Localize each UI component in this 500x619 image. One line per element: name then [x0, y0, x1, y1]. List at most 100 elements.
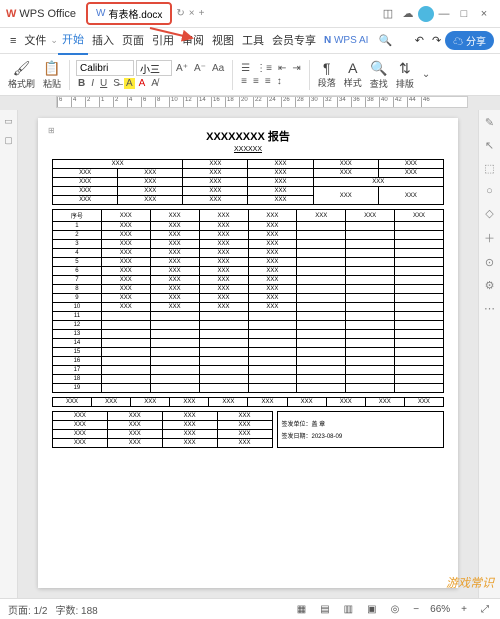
view-print-icon[interactable]: ▦ — [294, 604, 309, 615]
clipboard-icon: 📋 — [43, 60, 60, 77]
word-doc-icon: W — [96, 8, 105, 19]
find-button[interactable]: 🔍 查找 — [368, 60, 390, 90]
tab-close-icon[interactable]: × — [189, 8, 195, 19]
styles-button[interactable]: A 样式 — [342, 60, 364, 89]
cursor-icon[interactable]: ↖ — [485, 139, 494, 152]
layout-icon: ⇅ — [399, 60, 411, 77]
sign-date: 签发日期：2023-08-09 — [282, 431, 440, 440]
main-table[interactable]: 序号XXXXXXXXXXXXXXXXXXXXX1XXXXXXXXXXXX2XXX… — [52, 209, 444, 393]
maximize-icon[interactable]: □ — [454, 8, 474, 20]
document-tab[interactable]: W 有表格.docx — [86, 2, 172, 25]
right-sidebar: ✎ ↖ ⬚ ○ ◇ ＋ ⊙ ⚙ ⋯ — [478, 110, 500, 598]
word-count[interactable]: 字数: 188 — [55, 602, 97, 617]
line-spacing-icon[interactable]: ↕ — [275, 76, 284, 87]
nav-icon[interactable]: ▢ — [4, 135, 13, 146]
view-outline-icon[interactable]: ▥ — [341, 604, 356, 615]
format-painter-button[interactable]: 🖌 格式刷 — [6, 60, 37, 90]
decrease-font-icon[interactable]: A⁻ — [192, 63, 208, 74]
statusbar: 页面: 1/2 字数: 188 ▦ ▤ ▥ ▣ ◎ − 66% + ⤢ — [0, 598, 500, 619]
clear-format-icon[interactable]: A̸ — [149, 78, 160, 89]
hamburger-icon[interactable]: ≡ — [6, 28, 20, 54]
horizontal-ruler[interactable]: 6421246810121416182022242628303234363840… — [56, 96, 468, 108]
menu-page[interactable]: 页面 — [118, 28, 148, 54]
user-avatar[interactable] — [418, 6, 434, 22]
outdent-icon[interactable]: ⇤ — [276, 63, 288, 74]
align-right-icon[interactable]: ≡ — [263, 76, 273, 87]
wps-ai-button[interactable]: N WPS AI — [320, 35, 372, 46]
gear-icon[interactable]: ⚙ — [485, 279, 495, 292]
target-icon[interactable]: ⊙ — [485, 256, 494, 269]
fit-icon[interactable]: ⤢ — [478, 604, 492, 615]
italic-icon[interactable]: I — [89, 78, 96, 89]
highlight-icon[interactable]: A — [124, 78, 135, 89]
ruler-area: 6421246810121416182022242628303234363840… — [0, 96, 500, 110]
indent-icon[interactable]: ⇥ — [290, 63, 302, 74]
paste-button[interactable]: 📋 粘贴 — [41, 60, 63, 90]
numbering-icon[interactable]: ⋮≡ — [254, 63, 274, 74]
tab-new-icon[interactable]: + — [199, 8, 205, 19]
find-icon: 🔍 — [370, 60, 387, 77]
cloud-icon[interactable]: ☁ — [398, 7, 418, 20]
more-icon[interactable]: ⋯ — [484, 302, 495, 315]
zoom-in-icon[interactable]: + — [458, 604, 470, 615]
minimize-icon[interactable]: — — [434, 8, 454, 20]
strike-icon[interactable]: S̶ — [111, 78, 122, 89]
underline-icon[interactable]: U — [98, 78, 109, 89]
toolbar: 🖌 格式刷 📋 粘贴 A⁺ A⁻ Aa B I U S̶ A A A̸ ☰ ⋮≡… — [0, 54, 500, 96]
summary-table[interactable]: XXXXXXXXXXXXXXXXXXXXXXXXXXXXXX — [52, 397, 444, 407]
close-icon[interactable]: × — [474, 8, 494, 20]
diamond-icon[interactable]: ◇ — [485, 207, 493, 220]
menu-reference[interactable]: 引用 — [148, 28, 178, 54]
doc-subtitle: XXXXXX — [52, 146, 444, 153]
menu-member[interactable]: 会员专享 — [268, 28, 320, 54]
menu-file[interactable]: 文件 — [20, 28, 50, 54]
view-focus-icon[interactable]: ◎ — [388, 604, 403, 615]
align-center-icon[interactable]: ≡ — [251, 76, 261, 87]
watermark: 游戏常识 — [446, 574, 494, 591]
circle-icon[interactable]: ○ — [486, 185, 493, 197]
zoom-level[interactable]: 66% — [430, 604, 450, 615]
case-icon[interactable]: Aa — [210, 63, 226, 74]
menu-start[interactable]: 开始 — [58, 27, 88, 55]
plus-icon[interactable]: ＋ — [484, 230, 495, 246]
tab-refresh-icon[interactable]: ↻ — [176, 8, 184, 19]
increase-font-icon[interactable]: A⁺ — [174, 63, 190, 74]
share-button[interactable]: ☁ 分享 — [445, 31, 494, 50]
document-page[interactable]: ⊞ XXXXXXXX 报告 XXXXXX XXXXXXXXXXXXXXXXXXX… — [38, 118, 458, 588]
table-handle-icon[interactable]: ⊞ — [48, 126, 55, 135]
font-size-select[interactable] — [136, 60, 172, 76]
undo-icon[interactable]: ↶ — [411, 28, 428, 54]
font-select[interactable] — [76, 60, 134, 76]
view-web-icon[interactable]: ▤ — [317, 604, 332, 615]
font-color-icon[interactable]: A — [137, 78, 148, 89]
zoom-out-icon[interactable]: − — [410, 604, 422, 615]
signature-box: 签发单位：盖 章 签发日期：2023-08-09 — [277, 411, 445, 448]
menu-insert[interactable]: 插入 — [88, 28, 118, 54]
view-read-icon[interactable]: ▣ — [364, 604, 379, 615]
titlebar: W WPS Office W 有表格.docx ↻ × + ◫ ☁ — □ × — [0, 0, 500, 28]
brush-icon: 🖌 — [13, 60, 31, 77]
align-left-icon[interactable]: ≡ — [239, 76, 249, 87]
app-name: WPS Office — [19, 8, 76, 20]
page-indicator[interactable]: 页面: 1/2 — [8, 602, 47, 617]
document-scroll[interactable]: ⊞ XXXXXXXX 报告 XXXXXX XXXXXXXXXXXXXXXXXXX… — [18, 110, 478, 598]
tab-filename: 有表格.docx — [109, 6, 163, 21]
pen-icon[interactable]: ✎ — [485, 116, 494, 129]
bullets-icon[interactable]: ☰ — [239, 63, 252, 74]
app-logo: W — [6, 8, 16, 20]
cube-icon[interactable]: ◫ — [378, 7, 398, 20]
collapse-ribbon-icon[interactable]: ⌄ — [420, 69, 432, 80]
menubar: ≡ 文件 ⌄ 开始 插入 页面 引用 审阅 视图 工具 会员专享 N WPS A… — [0, 28, 500, 54]
menu-view[interactable]: 视图 — [208, 28, 238, 54]
menu-review[interactable]: 审阅 — [178, 28, 208, 54]
layout-button[interactable]: ⇅ 排版 — [394, 60, 416, 90]
paragraph-button[interactable]: ¶ 段落 — [316, 60, 338, 89]
header-table[interactable]: XXXXXXXXXXXXXXXXXXXXXXXXXXXXXXXXXXXXXXXX… — [52, 159, 444, 205]
redo-icon[interactable]: ↷ — [428, 28, 445, 54]
vruler-icon[interactable]: ▭ — [4, 116, 13, 127]
select-icon[interactable]: ⬚ — [484, 162, 494, 175]
search-icon[interactable]: 🔍 — [372, 34, 398, 47]
menu-tools[interactable]: 工具 — [238, 28, 268, 54]
bold-icon[interactable]: B — [76, 78, 87, 89]
footer-left-table[interactable]: XXXXXXXXXXXXXXXXXXXXXXXXXXXXXXXXXXXXXXXX… — [52, 411, 273, 448]
